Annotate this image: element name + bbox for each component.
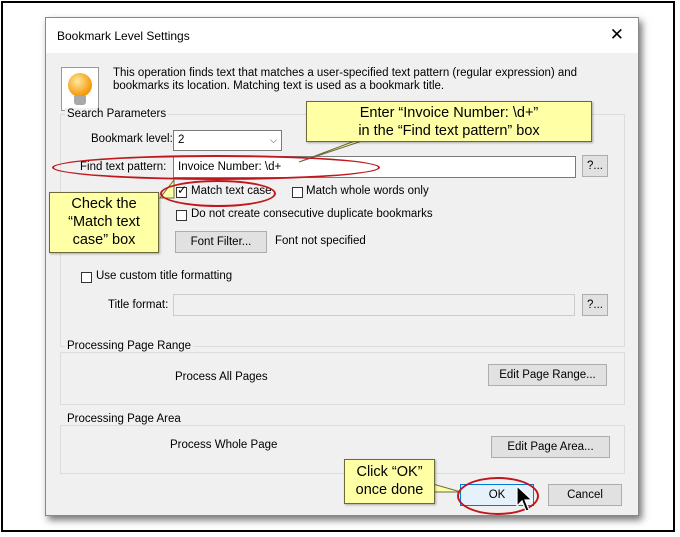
case-callout-line-2: “Match text [68, 214, 140, 230]
case-callout-line-1: Check the [71, 196, 137, 212]
mouse-cursor-icon [516, 485, 534, 512]
ok-callout-line-2: once done [355, 482, 424, 498]
pattern-callout-line-2: in the “Find text pattern” box [358, 123, 540, 139]
match-case-callout: Check the “Match text case” box [49, 192, 159, 253]
annotation-overlay [158, 138, 462, 493]
ok-instruction-callout: Click “OK” once done [344, 459, 435, 504]
match-case-highlight-ellipse [160, 180, 276, 207]
pattern-instruction-callout: Enter “Invoice Number: \d+” in the “Find… [306, 101, 592, 142]
ok-callout-line-1: Click “OK” [356, 464, 423, 480]
pattern-highlight-ellipse [52, 155, 380, 180]
case-callout-line-3: case” box [72, 232, 136, 248]
ok-callout-pointer [432, 483, 462, 493]
pattern-callout-line-1: Enter “Invoice Number: \d+” [359, 105, 539, 121]
